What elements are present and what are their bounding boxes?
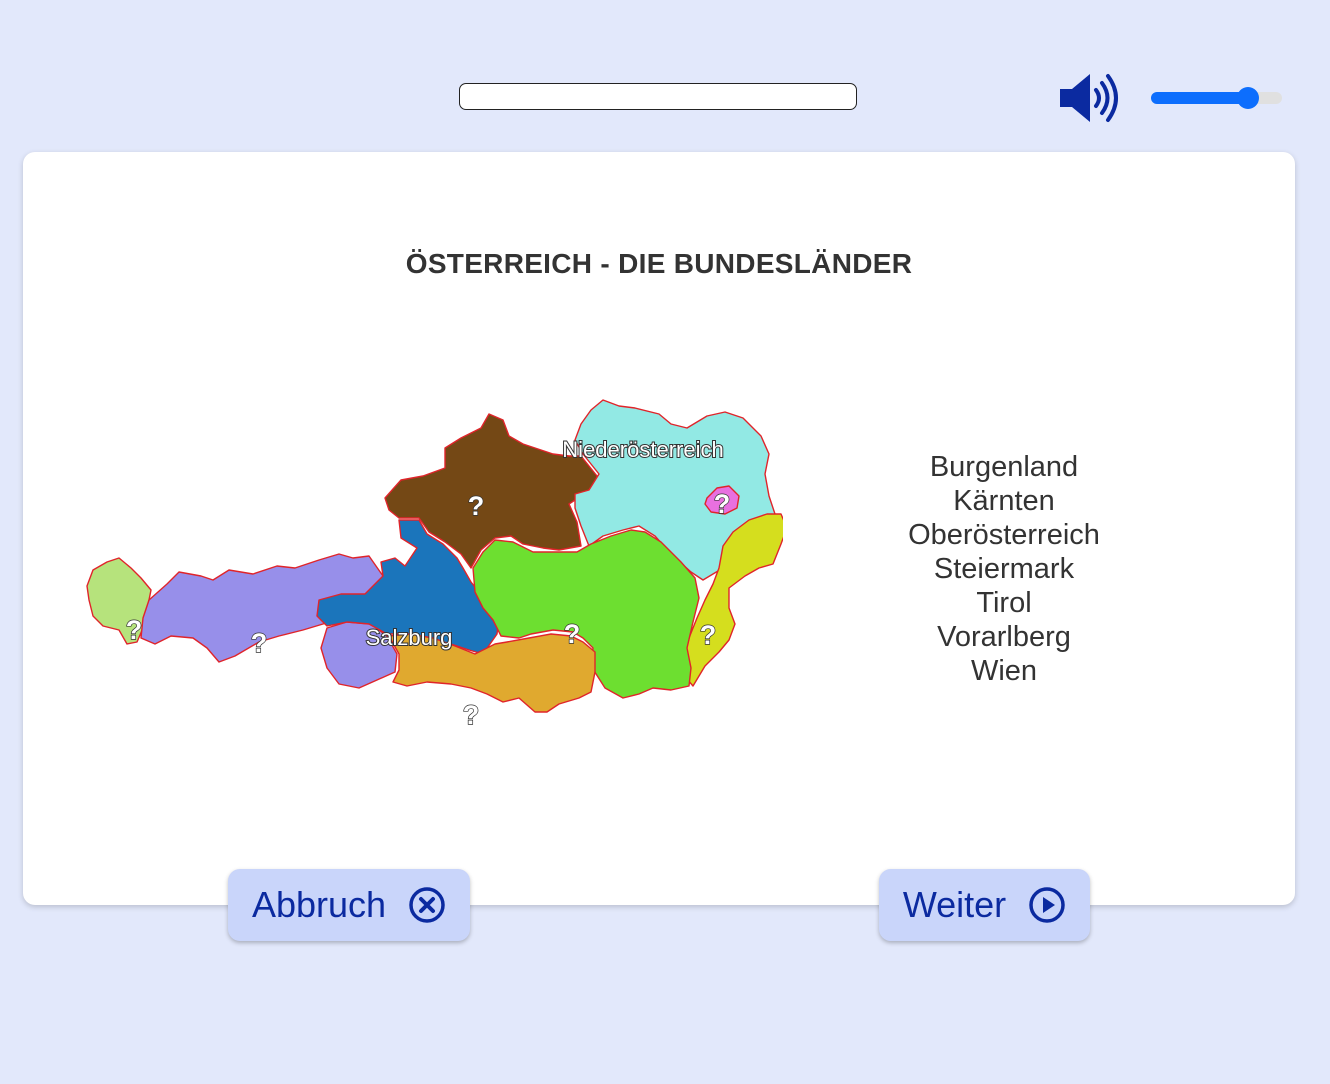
volume-slider-thumb[interactable] (1236, 87, 1259, 109)
quiz-card: ÖSTERREICH - DIE BUNDESLÄNDER Niederöste… (23, 152, 1295, 905)
state-name-list: Burgenland Kärnten Oberösterreich Steier… (883, 450, 1125, 688)
austria-map: Niederösterreich Salzburg ? ? ? ? ? ? ? (86, 399, 783, 731)
placed-label-salzburg: Salzburg (366, 625, 453, 650)
page-title: ÖSTERREICH - DIE BUNDESLÄNDER (405, 248, 913, 279)
name-wien[interactable]: Wien (883, 654, 1125, 688)
question-marker-tirol[interactable]: ? (250, 627, 268, 658)
circle-play-icon (1029, 887, 1065, 923)
speaker-icon[interactable] (1058, 72, 1122, 124)
name-oberoesterreich[interactable]: Oberösterreich (883, 518, 1125, 552)
volume-slider[interactable] (1151, 87, 1282, 109)
question-marker-kaernten[interactable]: ? (462, 699, 480, 730)
name-burgenland[interactable]: Burgenland (883, 450, 1125, 484)
question-marker-wien[interactable]: ? (713, 488, 731, 519)
progress-bar (459, 83, 857, 110)
next-button-label: Weiter (902, 884, 1007, 925)
volume-fill (1151, 92, 1248, 104)
name-tirol[interactable]: Tirol (883, 586, 1125, 620)
cancel-button[interactable]: Abbruch (228, 869, 470, 941)
name-vorarlberg[interactable]: Vorarlberg (883, 620, 1125, 654)
circle-x-icon (409, 887, 445, 923)
cancel-button-label: Abbruch (251, 884, 387, 925)
question-marker-vorarlberg[interactable]: ? (125, 614, 143, 645)
placed-label-niederoesterreich: Niederösterreich (562, 437, 723, 462)
name-kaernten[interactable]: Kärnten (883, 484, 1125, 518)
next-button[interactable]: Weiter (879, 869, 1090, 941)
name-steiermark[interactable]: Steiermark (883, 552, 1125, 586)
question-marker-steiermark[interactable]: ? (563, 618, 581, 649)
question-marker-oberoesterreich[interactable]: ? (467, 490, 485, 521)
question-marker-burgenland[interactable]: ? (699, 619, 717, 650)
